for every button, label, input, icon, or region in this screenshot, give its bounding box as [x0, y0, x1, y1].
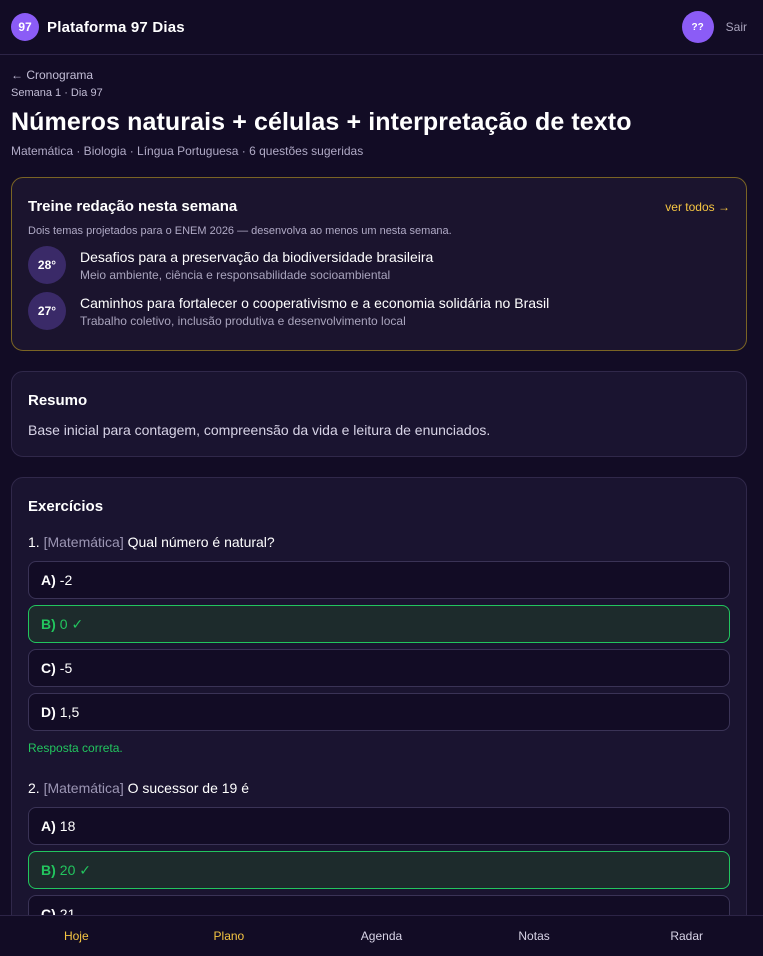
option-letter: A)	[41, 818, 56, 834]
option-text: 0 ✓	[59, 615, 84, 632]
essay-card: Treine redação nesta semana ver todos → …	[11, 177, 747, 351]
essay-card-header: Treine redação nesta semana ver todos →	[12, 178, 746, 215]
essay-description: Dois temas projetados para o ENEM 2026 —…	[28, 225, 452, 237]
answer-option-c[interactable]: C) -5	[28, 649, 730, 687]
answer-option-a[interactable]: A) 18	[28, 807, 730, 845]
option-text: -5	[59, 660, 73, 676]
nav-item-notas[interactable]: Notas	[458, 929, 611, 943]
option-letter: A)	[41, 572, 56, 588]
question-text: 2. [Matemática] O sucessor de 19 é	[28, 779, 730, 797]
logout-button[interactable]: Sair	[726, 20, 747, 34]
theme-subtitle: Trabalho coletivo, inclusão produtiva e …	[80, 313, 406, 328]
answer-option-b-correct[interactable]: B) 20 ✓	[28, 851, 730, 889]
option-text: 20 ✓	[59, 861, 91, 878]
brand[interactable]: 97 Plataforma 97 Dias	[11, 13, 185, 41]
theme-title: Caminhos para fortalecer o cooperativism…	[80, 294, 550, 311]
question-subject: [Matemática]	[43, 534, 124, 550]
question-number: 2.	[28, 780, 40, 796]
nav-item-radar[interactable]: Radar	[610, 929, 763, 943]
question: 1. [Matemática] Qual número é natural? A…	[12, 533, 746, 755]
option-letter: B)	[41, 616, 56, 632]
essay-theme-item[interactable]: 27° Caminhos para fortalecer o cooperati…	[12, 292, 746, 330]
theme-temperature-badge: 28°	[28, 246, 66, 284]
theme-title: Desafios para a preservação da biodivers…	[80, 248, 434, 265]
question-number: 1.	[28, 534, 40, 550]
bottom-nav: Hoje Plano Agenda Notas Radar	[0, 915, 763, 956]
essay-card-title: Treine redação nesta semana	[28, 198, 238, 215]
essay-theme-item[interactable]: 28° Desafios para a preservação da biodi…	[12, 246, 746, 284]
question-prompt: Qual número é natural?	[127, 534, 275, 550]
breadcrumb: Semana 1 · Dia 97	[11, 87, 103, 99]
page-title: Números naturais + células + interpretaç…	[11, 108, 632, 136]
theme-text: Desafios para a preservação da biodivers…	[80, 248, 433, 283]
exercises-card: Exercícios 1. [Matemática] Qual número é…	[11, 477, 747, 956]
exercises-title: Exercícios	[28, 498, 104, 515]
question-subject: [Matemática]	[43, 780, 124, 796]
summary-title: Resumo	[28, 392, 88, 409]
answer-option-d[interactable]: D) 1,5	[28, 693, 730, 731]
option-text: 1,5	[59, 704, 80, 720]
answer-option-b-correct[interactable]: B) 0 ✓	[28, 605, 730, 643]
theme-subtitle: Meio ambiente, ciência e responsabilidad…	[80, 267, 391, 282]
top-bar: 97 Plataforma 97 Dias ?? Sair	[0, 0, 763, 55]
brand-name: Plataforma 97 Dias	[47, 18, 185, 36]
theme-text: Caminhos para fortalecer o cooperativism…	[80, 294, 549, 329]
option-text: -2	[59, 572, 73, 588]
back-link-cronograma[interactable]: ← Cronograma	[11, 67, 747, 83]
option-letter: C)	[41, 660, 56, 676]
see-all-link[interactable]: ver todos →	[665, 200, 730, 214]
avatar[interactable]: ??	[681, 11, 714, 43]
answer-option-a[interactable]: A) -2	[28, 561, 730, 599]
nav-item-plano[interactable]: Plano	[153, 929, 306, 943]
nav-item-hoje[interactable]: Hoje	[0, 929, 153, 943]
page-heading: ← Cronograma Semana 1 · Dia 97 Números n…	[11, 67, 747, 159]
page-subtitle: Matemática · Biologia · Língua Portugues…	[11, 144, 364, 158]
summary-card: Resumo Base inicial para contagem, compr…	[11, 371, 747, 457]
question-text: 1. [Matemática] Qual número é natural?	[28, 533, 730, 551]
theme-temperature-badge: 27°	[28, 292, 66, 330]
option-letter: D)	[41, 704, 56, 720]
summary-text: Base inicial para contagem, compreensão …	[28, 422, 491, 438]
option-letter: B)	[41, 862, 56, 878]
question-prompt: O sucessor de 19 é	[127, 780, 250, 796]
nav-item-agenda[interactable]: Agenda	[305, 929, 458, 943]
option-text: 18	[59, 818, 76, 834]
header-actions: ?? Sair	[681, 11, 747, 43]
answer-feedback: Resposta correta.	[28, 741, 123, 755]
question: 2. [Matemática] O sucessor de 19 é A) 18…	[12, 779, 746, 933]
logo-badge: 97	[11, 13, 39, 41]
